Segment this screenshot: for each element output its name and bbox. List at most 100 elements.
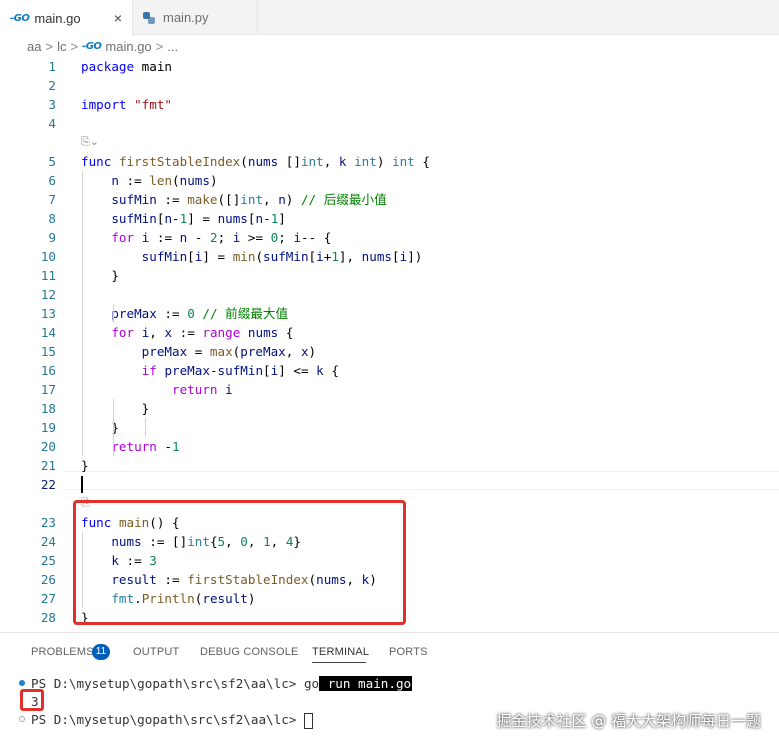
code-line: 11 } bbox=[0, 266, 779, 285]
terminal-command-args: run main.go bbox=[319, 676, 413, 691]
line-number: 1 bbox=[48, 59, 56, 74]
breadcrumb-item-aa[interactable]: aa bbox=[27, 39, 41, 54]
command-success-icon[interactable] bbox=[19, 680, 25, 686]
code-text: n := len(nums) bbox=[111, 173, 218, 188]
code-line: 8 sufMin[n-1] = nums[n-1] bbox=[0, 209, 779, 228]
go-file-icon: -GO bbox=[10, 12, 30, 24]
code-text: sufMin[n-1] = nums[n-1] bbox=[111, 211, 286, 226]
line-number: 22 bbox=[40, 477, 56, 492]
code-text: return i bbox=[172, 382, 233, 397]
line-number: 9 bbox=[48, 230, 56, 245]
code-text: } bbox=[81, 458, 89, 473]
editor-tab-bar: -GO main.go × main.py bbox=[0, 0, 779, 36]
line-number: 8 bbox=[48, 211, 56, 226]
code-line: 7 sufMin := make([]int, n) // 后缀最小值 bbox=[0, 190, 779, 209]
code-line: 4 bbox=[0, 114, 779, 133]
chevron-right-icon: > bbox=[155, 38, 164, 54]
active-tab-indicator bbox=[312, 662, 366, 663]
tab-terminal[interactable]: TERMINAL bbox=[312, 646, 369, 658]
line-number: 16 bbox=[40, 363, 56, 378]
command-pending-icon bbox=[19, 716, 25, 722]
line-number: 3 bbox=[48, 97, 56, 112]
tab-debug-console[interactable]: DEBUG CONSOLE bbox=[200, 646, 299, 658]
code-line: 15 preMax = max(preMax, x) bbox=[0, 342, 779, 361]
code-text: sufMin[i] = min(sufMin[i+1], nums[i]) bbox=[141, 249, 423, 264]
chevron-right-icon: > bbox=[70, 38, 79, 54]
terminal-cursor bbox=[303, 712, 313, 729]
line-number: 15 bbox=[40, 344, 56, 359]
line-number: 5 bbox=[48, 154, 56, 169]
line-number: 11 bbox=[40, 268, 56, 283]
line-number: 21 bbox=[40, 458, 56, 473]
line-number: 17 bbox=[40, 382, 56, 397]
codelens-icon[interactable]: ⎘⌄ bbox=[81, 135, 99, 149]
code-line: 18 } bbox=[0, 399, 779, 418]
line-number: 12 bbox=[40, 287, 56, 302]
line-number: 28 bbox=[40, 610, 56, 625]
line-number: 7 bbox=[48, 192, 56, 207]
line-number: 4 bbox=[48, 116, 56, 131]
terminal-command-go: go bbox=[303, 676, 320, 691]
terminal-line-1: PS D:\mysetup\gopath\src\sf2\aa\lc> go r… bbox=[31, 674, 413, 693]
line-number: 14 bbox=[40, 325, 56, 340]
problems-count-badge: 11 bbox=[92, 644, 110, 660]
breadcrumb-item-symbol[interactable]: ... bbox=[167, 39, 178, 54]
line-number: 10 bbox=[40, 249, 56, 264]
code-line: 12 bbox=[0, 285, 779, 304]
terminal-prompt: PS D:\mysetup\gopath\src\sf2\aa\lc> bbox=[31, 676, 304, 691]
line-number: 18 bbox=[40, 401, 56, 416]
line-number: 13 bbox=[40, 306, 56, 321]
watermark: 掘金技术社区 @ 福大大架构师每日一题 bbox=[496, 712, 761, 730]
line-number: 19 bbox=[40, 420, 56, 435]
indent-guide bbox=[82, 171, 83, 456]
breadcrumb-item-file[interactable]: main.go bbox=[105, 39, 151, 54]
line-number: 2 bbox=[48, 78, 56, 93]
code-line: 14 for i, x := range nums { bbox=[0, 323, 779, 342]
line-number: 20 bbox=[40, 439, 56, 454]
indent-guide bbox=[145, 418, 146, 437]
annotation-box-main-func bbox=[73, 500, 406, 625]
tab-ports[interactable]: PORTS bbox=[389, 646, 428, 658]
code-line: 6 n := len(nums) bbox=[0, 171, 779, 190]
line-number: 6 bbox=[48, 173, 56, 188]
code-line: 10 sufMin[i] = min(sufMin[i+1], nums[i]) bbox=[0, 247, 779, 266]
chevron-right-icon: > bbox=[45, 38, 54, 54]
tab-label: main.go bbox=[34, 10, 81, 26]
code-line: 1 package main bbox=[0, 57, 779, 76]
code-text: for i := n - 2; i >= 0; i-- { bbox=[111, 230, 332, 245]
indent-guide bbox=[113, 399, 114, 456]
code-line: 5 func firstStableIndex(nums []int, k int… bbox=[0, 152, 779, 171]
code-line: 9 for i := n - 2; i >= 0; i-- { bbox=[0, 228, 779, 247]
tab-label: main.py bbox=[163, 10, 209, 25]
line-number: 26 bbox=[40, 572, 56, 587]
line-number: 24 bbox=[40, 534, 56, 549]
annotation-box-output bbox=[20, 689, 44, 711]
terminal-prompt: PS D:\mysetup\gopath\src\sf2\aa\lc> bbox=[31, 712, 304, 727]
code-line: 3 import "fmt" bbox=[0, 95, 779, 114]
code-line: 19 } bbox=[0, 418, 779, 437]
python-file-icon bbox=[143, 11, 155, 24]
breadcrumb-item-lc[interactable]: lc bbox=[57, 39, 66, 54]
code-line: 16 if preMax-sufMin[i] <= k { bbox=[0, 361, 779, 380]
code-text: import "fmt" bbox=[81, 97, 173, 112]
code-text: preMax = max(preMax, x) bbox=[141, 344, 317, 359]
breadcrumb: aa > lc > -GO main.go > ... bbox=[0, 36, 779, 56]
line-number: 25 bbox=[40, 553, 56, 568]
tab-problems[interactable]: PROBLEMS bbox=[31, 646, 94, 658]
line-number: 23 bbox=[40, 515, 56, 530]
indent-guide bbox=[113, 304, 114, 323]
line-number: 27 bbox=[40, 591, 56, 606]
panel-tabs: PROBLEMS 11 OUTPUT DEBUG CONSOLE TERMINA… bbox=[0, 633, 779, 669]
text-cursor bbox=[81, 476, 83, 493]
tab-output[interactable]: OUTPUT bbox=[133, 646, 179, 658]
code-text: } bbox=[81, 401, 150, 416]
terminal-line-2: PS D:\mysetup\gopath\src\sf2\aa\lc> bbox=[31, 710, 313, 729]
tab-main-go[interactable]: -GO main.go × bbox=[0, 0, 133, 36]
code-text: package main bbox=[81, 59, 172, 74]
tab-main-py[interactable]: main.py bbox=[133, 0, 258, 35]
go-file-icon: -GO bbox=[82, 40, 102, 52]
code-line: 20 return -1 bbox=[0, 437, 779, 456]
code-text: } bbox=[81, 268, 119, 283]
code-line: 13 preMax := 0 // 前缀最大值 bbox=[0, 304, 779, 323]
close-icon[interactable]: × bbox=[114, 10, 122, 26]
